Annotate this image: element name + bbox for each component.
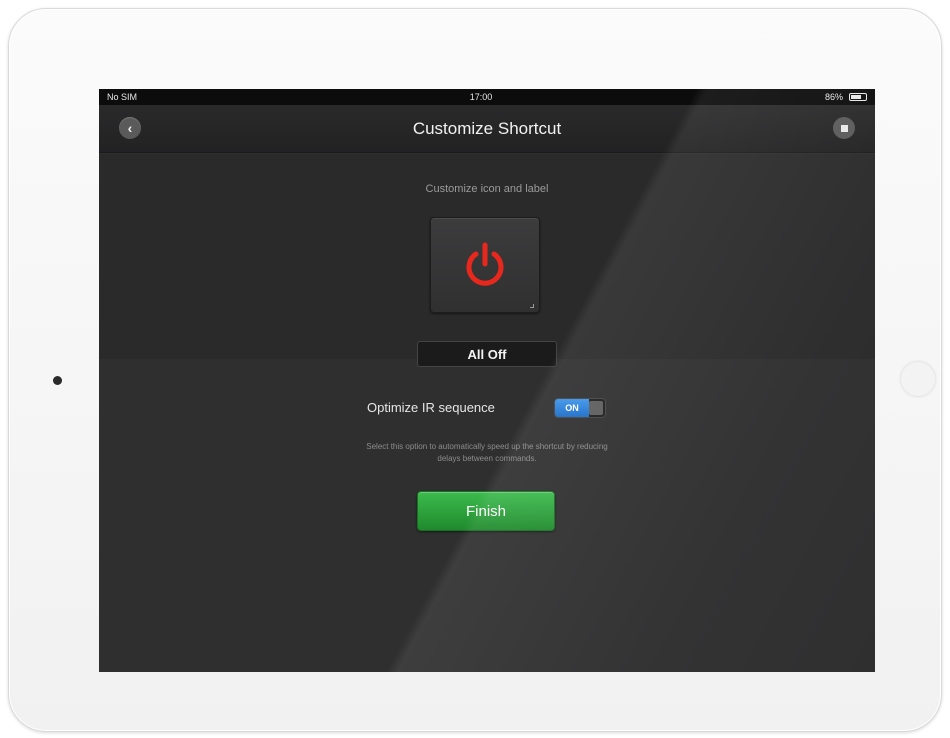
shortcut-label-field[interactable]: All Off	[417, 341, 557, 367]
resize-corner-icon	[530, 304, 534, 308]
tablet-frame: No SIM 17:00 86% ‹ Customize Shortcut Cu…	[8, 8, 942, 732]
home-button[interactable]	[901, 362, 935, 396]
power-icon	[466, 242, 504, 286]
home-nav-button[interactable]	[833, 117, 855, 139]
customize-subtitle: Customize icon and label	[425, 183, 549, 195]
battery-icon	[849, 93, 867, 101]
status-battery-text: 86%	[824, 92, 843, 102]
status-carrier: No SIM	[107, 92, 138, 102]
toggle-on-label: ON	[555, 399, 589, 417]
shortcut-icon-tile[interactable]	[430, 217, 540, 313]
home-icon	[840, 124, 848, 132]
status-bar: No SIM 17:00 86%	[99, 89, 875, 105]
optimize-ir-toggle[interactable]: ON	[554, 398, 606, 418]
app-screen: No SIM 17:00 86% ‹ Customize Shortcut Cu…	[99, 89, 875, 672]
camera-icon	[53, 376, 62, 385]
status-time: 17:00	[469, 92, 493, 102]
page-title: Customize Shortcut	[412, 119, 562, 138]
optimize-help-text: Select this option to automatically spee…	[366, 442, 608, 463]
finish-button[interactable]: Finish	[417, 491, 555, 531]
status-right: 86%	[825, 92, 867, 102]
toggle-knob	[589, 401, 603, 415]
optimize-ir-label: Optimize IR sequence	[367, 400, 495, 415]
navigation-bar: ‹ Customize Shortcut	[99, 105, 875, 153]
